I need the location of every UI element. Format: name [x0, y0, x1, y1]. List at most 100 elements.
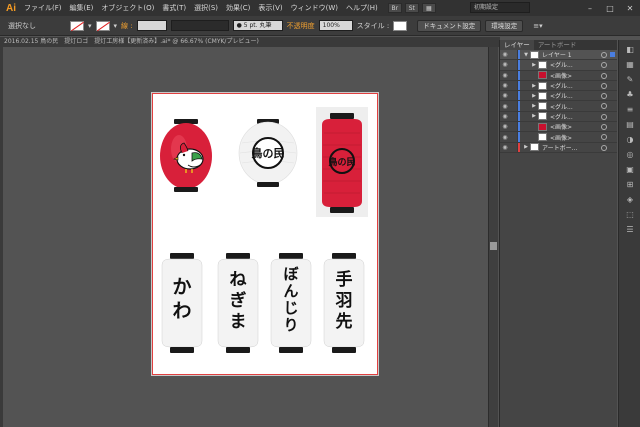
- lantern-kawa[interactable]: かわ: [161, 253, 203, 353]
- layer-name[interactable]: <グル...: [550, 102, 573, 111]
- layers-icon[interactable]: ☰: [623, 225, 637, 235]
- target-circle-icon[interactable]: [601, 72, 607, 79]
- layer-row[interactable]: ◉ ▶ <グル...: [500, 60, 617, 71]
- layer-row[interactable]: ◉ ▼ レイヤー 1: [500, 50, 617, 61]
- menu-edit[interactable]: 編集(E): [66, 3, 98, 13]
- layer-name[interactable]: アートボー...: [542, 143, 577, 152]
- layer-row[interactable]: ◉ <画像>: [500, 132, 617, 143]
- layer-row[interactable]: ◉ ▶ <グル...: [500, 91, 617, 102]
- layer-name[interactable]: <画像>: [550, 71, 572, 80]
- lantern-logo-white[interactable]: 鳥の民: [238, 119, 298, 187]
- pathfinder-icon[interactable]: ◈: [623, 195, 637, 205]
- lantern-logo-red[interactable]: 鳥の民: [316, 107, 368, 217]
- visibility-eye-icon[interactable]: ◉: [500, 72, 510, 79]
- target-circle-icon[interactable]: [601, 134, 607, 141]
- lantern-rooster[interactable]: [160, 119, 212, 192]
- brushes-icon[interactable]: ✎: [623, 75, 637, 85]
- expand-triangle-icon[interactable]: ▶: [530, 103, 538, 109]
- layer-row[interactable]: ◉ <画像>: [500, 70, 617, 81]
- expand-triangle-icon[interactable]: ▶: [530, 113, 538, 119]
- color-panel-icon[interactable]: ◧: [623, 45, 637, 55]
- arrange-docs-icon[interactable]: ▦: [421, 3, 436, 13]
- stroke-dropdown-icon[interactable]: ▾: [114, 22, 118, 30]
- lantern-negima[interactable]: ねぎま: [217, 253, 259, 353]
- minimize-icon[interactable]: –: [580, 0, 600, 16]
- expand-triangle-icon[interactable]: ▶: [530, 93, 538, 99]
- target-circle-icon[interactable]: [601, 82, 607, 89]
- visibility-eye-icon[interactable]: ◉: [500, 82, 510, 89]
- style-swatch[interactable]: [393, 20, 408, 31]
- fill-swatch[interactable]: [70, 20, 84, 31]
- menu-effect[interactable]: 効果(C): [222, 3, 254, 13]
- visibility-eye-icon[interactable]: ◉: [500, 103, 510, 110]
- swatches-icon[interactable]: ▦: [623, 60, 637, 70]
- visibility-eye-icon[interactable]: ◉: [500, 123, 510, 130]
- target-circle-icon[interactable]: [601, 103, 607, 110]
- stroke-weight-field[interactable]: [136, 20, 167, 31]
- visibility-eye-icon[interactable]: ◉: [500, 144, 510, 151]
- layer-row[interactable]: ◉ ▶ <グル...: [500, 101, 617, 112]
- vertical-scrollbar[interactable]: [488, 47, 498, 427]
- expand-triangle-icon[interactable]: ▼: [522, 52, 530, 58]
- visibility-eye-icon[interactable]: ◉: [500, 113, 510, 120]
- layer-row[interactable]: ◉ ▶ <グル...: [500, 80, 617, 92]
- menu-select[interactable]: 選択(S): [190, 3, 222, 13]
- layer-row[interactable]: ◉ ▶ アートボー...: [500, 142, 617, 153]
- workspace-switcher[interactable]: 初期設定: [470, 2, 530, 13]
- visibility-eye-icon[interactable]: ◉: [500, 134, 510, 141]
- fill-dropdown-icon[interactable]: ▾: [88, 22, 92, 30]
- stock-button[interactable]: St: [404, 3, 419, 13]
- artboard[interactable]: 鳥の民 鳥の民 かわ ねぎま ぼんじり 手羽先: [151, 92, 379, 376]
- tab-artboards[interactable]: アートボード: [534, 40, 581, 50]
- menu-object[interactable]: オブジェクト(O): [97, 3, 158, 13]
- opacity-field[interactable]: 100%: [318, 20, 353, 31]
- stroke-icon[interactable]: ≡: [623, 105, 637, 115]
- graphic-styles-icon[interactable]: ▣: [623, 165, 637, 175]
- bridge-button[interactable]: Br: [387, 3, 402, 13]
- expand-triangle-icon[interactable]: ▶: [530, 62, 538, 68]
- layer-row[interactable]: ◉ ▶ <グル...: [500, 111, 617, 123]
- close-icon[interactable]: ✕: [620, 0, 640, 16]
- layer-name[interactable]: <画像>: [550, 133, 572, 142]
- menu-window[interactable]: ウィンドウ(W): [287, 3, 342, 13]
- stroke-label[interactable]: 線 :: [121, 21, 133, 31]
- target-circle-icon[interactable]: [601, 124, 607, 131]
- visibility-eye-icon[interactable]: ◉: [500, 51, 510, 58]
- layer-row[interactable]: ◉ <画像>: [500, 122, 617, 133]
- layer-name[interactable]: <画像>: [550, 122, 572, 131]
- tab-layers[interactable]: レイヤー: [500, 40, 534, 50]
- opacity-label[interactable]: 不透明度: [287, 21, 315, 31]
- brush-dropdown[interactable]: ● 5 pt. 丸筆: [232, 20, 283, 31]
- transparency-icon[interactable]: ◑: [623, 135, 637, 145]
- layer-name[interactable]: <グル...: [550, 81, 573, 90]
- preferences-button[interactable]: 環境設定: [485, 19, 524, 32]
- align-icon[interactable]: ⊞: [623, 180, 637, 190]
- visibility-eye-icon[interactable]: ◉: [500, 61, 510, 68]
- expand-triangle-icon[interactable]: ▶: [522, 144, 530, 150]
- document-tab[interactable]: 2016.02.15 鳥の民 提灯ロゴ 提灯工房様【更新済み】.ai* @ 66…: [0, 37, 500, 47]
- appearance-icon[interactable]: ◎: [623, 150, 637, 160]
- layer-name[interactable]: レイヤー 1: [542, 50, 572, 59]
- lantern-tebasaki[interactable]: 手羽先: [323, 253, 365, 353]
- expand-triangle-icon[interactable]: ▶: [530, 83, 538, 89]
- layer-name[interactable]: <グル...: [550, 91, 573, 100]
- layer-name[interactable]: <グル...: [550, 112, 573, 121]
- target-circle-icon[interactable]: [601, 113, 607, 120]
- target-circle-icon[interactable]: [601, 93, 607, 100]
- transform-icon[interactable]: ⬚: [623, 210, 637, 220]
- layer-name[interactable]: <グル...: [550, 60, 573, 69]
- menu-view[interactable]: 表示(V): [254, 3, 286, 13]
- menu-file[interactable]: ファイル(F): [20, 3, 66, 13]
- maximize-icon[interactable]: □: [600, 0, 620, 16]
- target-circle-icon[interactable]: [601, 62, 607, 69]
- lantern-bonjiri[interactable]: ぼんじり: [270, 253, 312, 353]
- gradient-icon[interactable]: ▤: [623, 120, 637, 130]
- visibility-eye-icon[interactable]: ◉: [500, 92, 510, 99]
- target-circle-icon[interactable]: [601, 52, 607, 58]
- symbols-icon[interactable]: ♣: [623, 90, 637, 100]
- document-setup-button[interactable]: ドキュメント設定: [417, 19, 482, 32]
- arrange-icon[interactable]: ≡▾: [533, 22, 542, 30]
- menu-help[interactable]: ヘルプ(H): [342, 3, 382, 13]
- target-circle-icon[interactable]: [601, 144, 607, 151]
- menu-type[interactable]: 書式(T): [158, 3, 190, 13]
